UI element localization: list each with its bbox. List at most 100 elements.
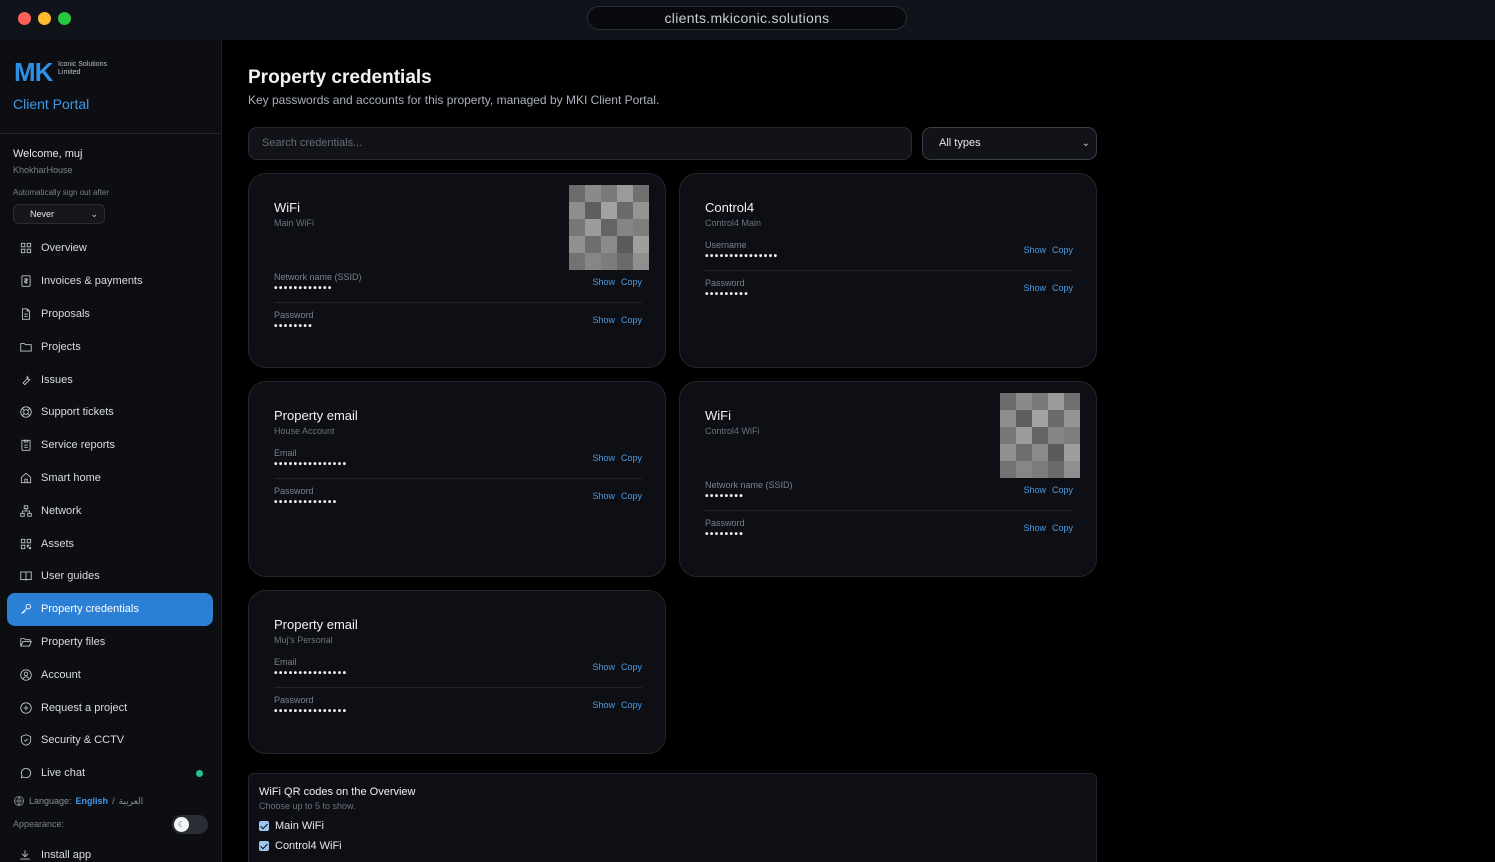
book-icon	[18, 568, 34, 584]
globe-icon	[14, 796, 24, 806]
qr-code-image[interactable]	[569, 185, 649, 270]
qr-option-label: Main WiFi	[275, 820, 324, 832]
qr-option[interactable]: Control4 WiFi	[259, 840, 342, 852]
copy-button[interactable]: Copy	[621, 700, 642, 710]
sidebar-item-property-files[interactable]: Property files	[7, 626, 213, 659]
copy-button[interactable]: Copy	[621, 277, 642, 287]
show-button[interactable]: Show	[592, 453, 615, 463]
credential-title: Control4	[705, 200, 755, 215]
sidebar-item-overview[interactable]: Overview	[7, 232, 213, 265]
credential-field: Username ••••••••••••••• Show Copy	[705, 240, 1073, 271]
sidebar: MK Iconic Solutions Limited Client Porta…	[0, 40, 222, 862]
sidebar-item-label: Projects	[41, 340, 81, 353]
chat-icon	[18, 765, 34, 781]
sidebar-item-assets[interactable]: Assets	[7, 527, 213, 560]
language-english[interactable]: English	[76, 796, 109, 806]
sidebar-item-label: Property files	[41, 635, 106, 648]
sidebar-item-proposals[interactable]: Proposals	[7, 298, 213, 331]
property-name: KhokharHouse	[13, 165, 73, 175]
search-input[interactable]: Search credentials...	[248, 127, 912, 160]
copy-button[interactable]: Copy	[621, 453, 642, 463]
sidebar-item-smart-home[interactable]: Smart home	[7, 462, 213, 495]
appearance-toggle[interactable]: ☾	[172, 815, 208, 834]
show-button[interactable]: Show	[592, 277, 615, 287]
logo-mark: MK	[14, 57, 53, 87]
credential-title: Property email	[274, 617, 358, 632]
copy-button[interactable]: Copy	[1052, 523, 1073, 533]
sidebar-item-property-credentials[interactable]: Property credentials	[7, 592, 213, 626]
maximize-window-button[interactable]	[58, 12, 71, 25]
credential-card: Property email House Account Email ••••••••…	[248, 381, 666, 577]
invoice-icon	[18, 273, 34, 289]
brand-logo[interactable]: MK Iconic Solutions Limited	[14, 57, 107, 87]
show-button[interactable]: Show	[592, 662, 615, 672]
credential-subtitle: Control4 WiFi	[705, 426, 760, 436]
address-bar[interactable]: clients.mkiconic.solutions	[587, 6, 907, 30]
copy-button[interactable]: Copy	[1052, 485, 1073, 495]
sidebar-item-request-a-project[interactable]: Request a project	[7, 691, 213, 724]
sidebar-item-security-cctv[interactable]: Security & CCTV	[7, 724, 213, 757]
copy-button[interactable]: Copy	[1052, 245, 1073, 255]
qr-option[interactable]: Main WiFi	[259, 820, 324, 832]
sidebar-item-network[interactable]: Network	[7, 494, 213, 527]
sidebar-item-issues[interactable]: Issues	[7, 363, 213, 396]
credential-title: WiFi	[274, 200, 300, 215]
grid-icon	[18, 240, 34, 256]
credential-card: WiFi Control4 WiFi Network name (SSID) ••••…	[679, 381, 1097, 577]
field-actions: Show Copy	[586, 315, 642, 325]
checkbox-checked[interactable]	[259, 841, 269, 851]
field-actions: Show Copy	[586, 700, 642, 710]
sidebar-item-label: Proposals	[41, 307, 90, 320]
credential-subtitle: House Account	[274, 426, 335, 436]
show-button[interactable]: Show	[1023, 523, 1046, 533]
sidebar-item-invoices-payments[interactable]: Invoices & payments	[7, 265, 213, 298]
field-actions: Show Copy	[1017, 283, 1073, 293]
credential-field: Network name (SSID) •••••••••••• Show Copy	[274, 272, 642, 303]
chevron-down-icon: ⌄	[1081, 138, 1090, 149]
sidebar-item-user-guides[interactable]: User guides	[7, 560, 213, 593]
clipboard-icon	[18, 437, 34, 453]
field-actions: Show Copy	[1017, 245, 1073, 255]
show-button[interactable]: Show	[592, 315, 615, 325]
copy-button[interactable]: Copy	[1052, 283, 1073, 293]
sidebar-item-label: Live chat	[41, 767, 86, 780]
sidebar-item-live-chat[interactable]: Live chat	[7, 757, 213, 790]
welcome-text: Welcome, muj	[13, 148, 83, 160]
type-filter-select[interactable]: All types ⌄	[922, 127, 1097, 160]
shield-icon	[18, 732, 34, 748]
checkbox-checked[interactable]	[259, 821, 269, 831]
sidebar-item-account[interactable]: Account	[7, 658, 213, 691]
sidebar-item-label: Service reports	[41, 439, 115, 452]
close-window-button[interactable]	[18, 12, 31, 25]
sidebar-item-label: User guides	[41, 570, 100, 583]
network-icon	[18, 503, 34, 519]
copy-button[interactable]: Copy	[621, 315, 642, 325]
copy-button[interactable]: Copy	[621, 491, 642, 501]
credential-title: WiFi	[705, 408, 731, 423]
field-actions: Show Copy	[586, 277, 642, 287]
sidebar-item-label: Overview	[41, 242, 87, 255]
field-actions: Show Copy	[586, 662, 642, 672]
show-button[interactable]: Show	[1023, 485, 1046, 495]
copy-button[interactable]: Copy	[621, 662, 642, 672]
credential-card: WiFi Main WiFi Network name (SSID) ••••••••…	[248, 173, 666, 368]
portal-title: Client Portal	[13, 96, 90, 112]
qr-code-image[interactable]	[1000, 393, 1080, 478]
install-app-button[interactable]: Install app	[18, 848, 91, 862]
credential-card: Property email Muj's Personal Email •••••••…	[248, 590, 666, 754]
show-button[interactable]: Show	[1023, 283, 1046, 293]
sidebar-item-support-tickets[interactable]: Support tickets	[7, 396, 213, 429]
auto-signout-select[interactable]: Never ⌄	[13, 204, 105, 224]
minimize-window-button[interactable]	[38, 12, 51, 25]
show-button[interactable]: Show	[1023, 245, 1046, 255]
sidebar-item-projects[interactable]: Projects	[7, 330, 213, 363]
folder-icon	[18, 339, 34, 355]
show-button[interactable]: Show	[592, 700, 615, 710]
language-arabic[interactable]: العربية	[119, 796, 144, 807]
sidebar-item-label: Property credentials	[41, 603, 139, 616]
credential-field: Password •••••••• Show Copy	[274, 310, 642, 332]
sidebar-item-service-reports[interactable]: Service reports	[7, 429, 213, 462]
credential-field: Email ••••••••••••••• Show Copy	[274, 448, 642, 479]
show-button[interactable]: Show	[592, 491, 615, 501]
logo-subtitle: Iconic Solutions Limited	[58, 61, 108, 76]
